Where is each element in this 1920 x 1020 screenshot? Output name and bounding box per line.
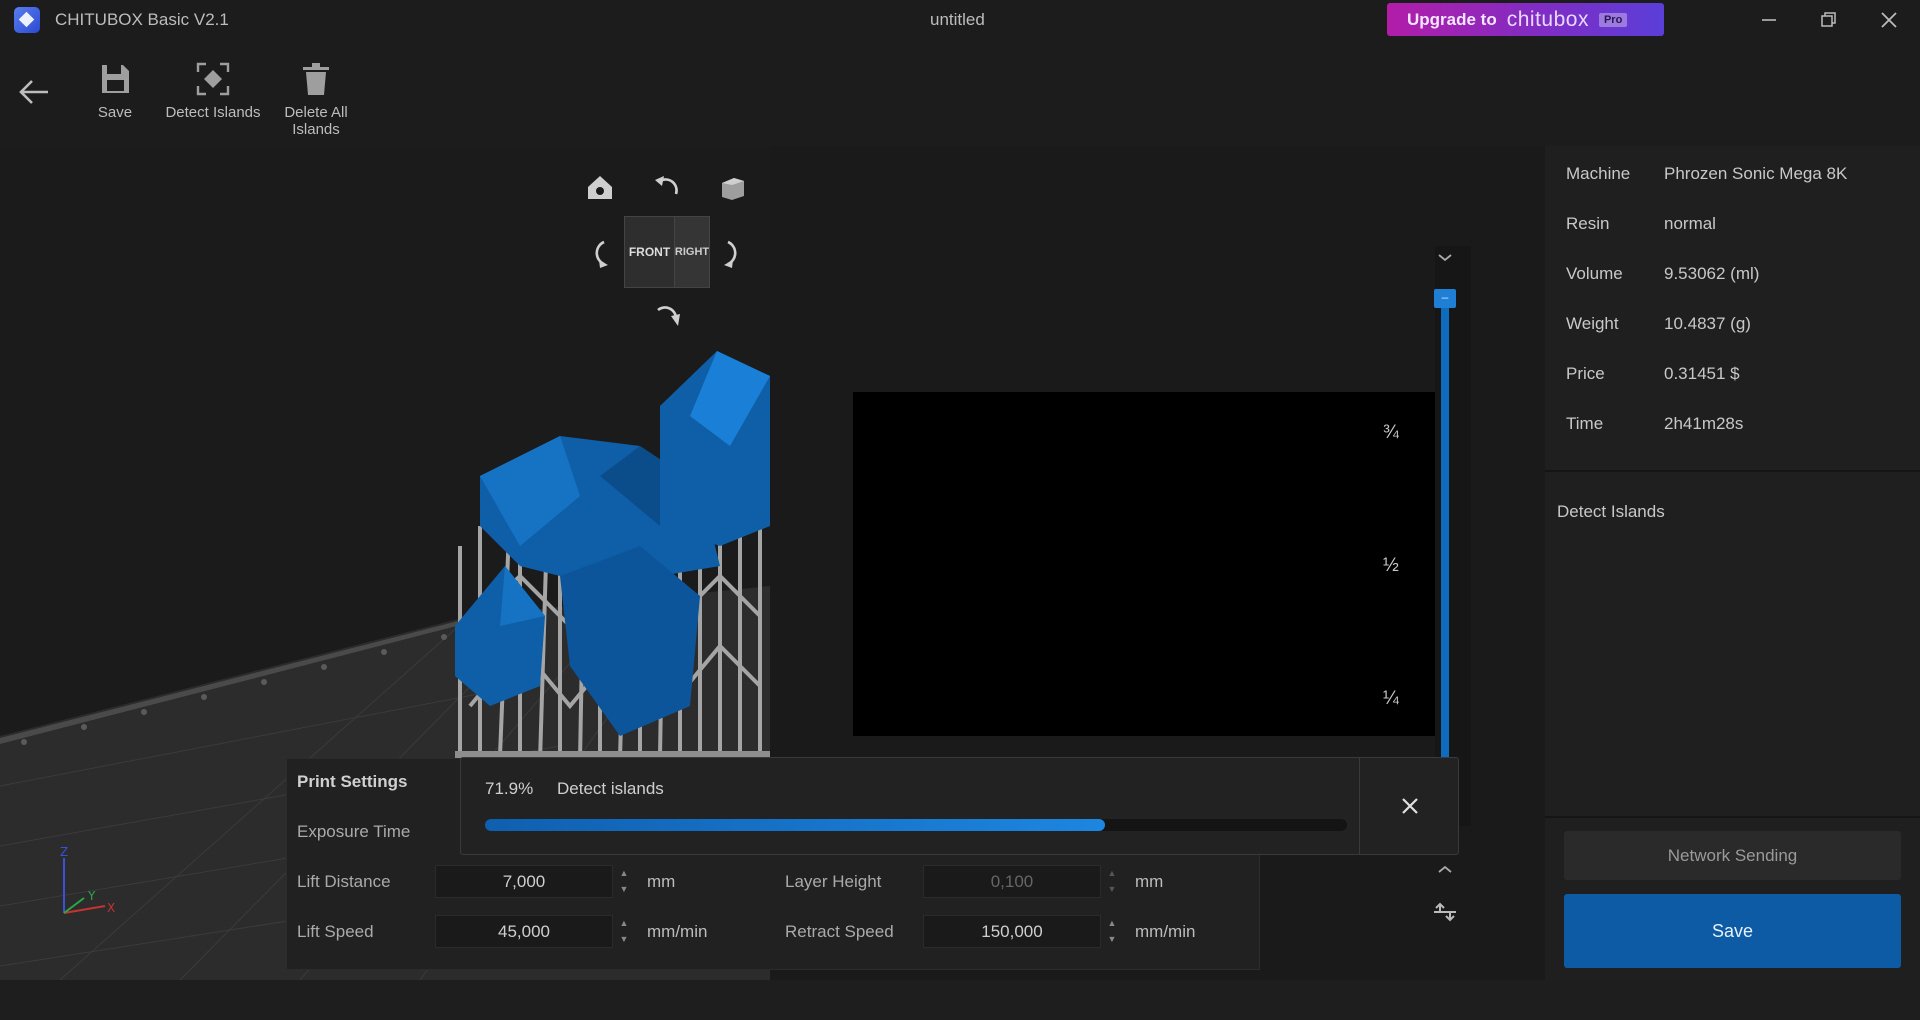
back-button[interactable] [16,74,52,110]
detect-islands-tool-button[interactable]: Detect Islands [163,60,263,121]
save-button[interactable]: Save [1564,894,1901,968]
cube-icon [722,178,744,200]
close-icon [1881,12,1897,28]
print-settings-title: Print Settings [297,772,408,791]
detect-islands-icon [196,62,230,96]
lift-distance-label: Lift Distance [297,872,391,891]
restore-icon [1821,12,1836,27]
upgrade-prefix: Upgrade to [1407,9,1497,29]
info-value-resin: normal [1664,214,1716,233]
rotate-down-button[interactable] [650,302,682,332]
panel-divider-bottom [1545,816,1920,818]
info-key-resin: Resin [1566,214,1610,233]
lift-speed-label: Lift Speed [297,922,374,941]
layer-preview [853,392,1463,736]
status-bar [0,980,1920,1020]
islands-panel-title: Detect Islands [1557,502,1665,521]
home-eye-icon [588,176,612,199]
layer-jump-button[interactable] [1430,898,1460,928]
progress-dialog [460,757,1459,855]
save-tool-label: Save [97,104,133,121]
document-title: untitled [930,10,985,29]
layer-height-spinner[interactable]: ▲ ▼ [1103,865,1121,898]
close-window-button[interactable] [1869,6,1909,34]
lift-speed-spinner[interactable]: ▲ ▼ [615,915,633,948]
progress-bar-fill [485,819,1105,831]
progress-percent: 71.9% [485,779,534,798]
layer-slider-fill [1441,293,1449,763]
retract-speed-unit: mm/min [1135,922,1196,941]
orbit-right-icon [724,240,737,268]
preview-mark-half: ½ [1383,555,1399,576]
view-cube-front[interactable]: FRONT [625,217,675,287]
progress-cancel-button[interactable] [1395,791,1425,821]
view-cube-right[interactable]: RIGHT [675,217,709,287]
info-value-volume: 9.53062 (ml) [1664,264,1760,283]
axis-x-label: X [107,901,115,915]
layer-height-input[interactable]: 0,100 [923,865,1101,898]
layer-jump-icon [1434,902,1456,922]
info-value-weight: 10.4837 (g) [1664,314,1751,333]
info-key-time: Time [1566,414,1604,433]
info-key-volume: Volume [1566,264,1623,283]
lift-speed-input[interactable]: 45,000 [435,915,613,948]
rotate-ccw-button[interactable] [650,172,682,202]
network-sending-button[interactable]: Network Sending [1564,831,1901,880]
floppy-disk-icon [102,65,129,93]
home-view-button[interactable] [584,172,616,202]
lift-distance-spinner[interactable]: ▲ ▼ [615,865,633,898]
view-cube[interactable]: FRONT RIGHT [624,216,710,288]
lift-distance-input[interactable]: 7,000 [435,865,613,898]
layer-height-label: Layer Height [785,872,882,891]
app-title: CHITUBOX Basic V2.1 [55,10,229,29]
retract-speed-input[interactable]: 150,000 [923,915,1101,948]
retract-speed-label: Retract Speed [785,922,894,941]
info-key-price: Price [1566,364,1605,383]
progress-label: Detect islands [557,779,664,798]
minimize-icon [1762,19,1776,21]
restore-button[interactable] [1809,6,1849,34]
trash-icon [303,63,329,95]
info-value-machine: Phrozen Sonic Mega 8K [1664,164,1848,183]
progress-dialog-separator [1359,758,1360,854]
axis-y-label: Y [87,889,96,903]
info-value-price: 0.31451 $ [1664,364,1740,383]
info-key-weight: Weight [1566,314,1619,333]
rotate-ccw-icon [655,176,678,195]
preview-mark-three-quarter: ¾ [1383,422,1399,443]
perspective-toggle-button[interactable] [716,172,748,202]
chevron-down-icon [1438,254,1452,262]
layer-up-button[interactable] [1432,246,1458,268]
arrow-left-icon [19,80,48,104]
close-icon [1402,798,1418,814]
orbit-right-button[interactable] [716,238,748,268]
upgrade-badge: Pro [1598,12,1628,27]
app-logo [14,7,40,33]
layer-height-unit: mm [1135,872,1164,891]
rotate-down-icon [657,306,680,326]
lift-speed-unit: mm/min [647,922,708,941]
axis-z-label: Z [60,845,68,859]
upgrade-brand: chitubox [1506,7,1589,31]
lift-distance-unit: mm [647,872,676,891]
delete-all-islands-tool-button[interactable]: Delete All Islands [280,60,352,138]
panel-divider [1545,470,1920,472]
detect-islands-tool-label: Detect Islands [165,104,261,121]
orbit-left-icon [595,240,608,268]
delete-all-label-line2: Islands [292,121,340,138]
orbit-left-button[interactable] [584,238,616,268]
chevron-up-icon [1438,865,1452,873]
info-value-time: 2h41m28s [1664,414,1744,433]
minimize-button[interactable] [1749,6,1789,34]
retract-speed-spinner[interactable]: ▲ ▼ [1103,915,1121,948]
exposure-time-label: Exposure Time [297,822,411,841]
layer-down-button[interactable] [1432,858,1458,880]
save-tool-button[interactable]: Save [92,60,138,121]
info-key-machine: Machine [1566,164,1631,183]
layer-slider-handle[interactable]: – [1434,289,1456,308]
preview-mark-quarter: ¼ [1383,688,1399,709]
delete-all-label-line1: Delete All [284,104,348,121]
upgrade-button[interactable]: Upgrade to chitubox Pro [1387,3,1664,36]
